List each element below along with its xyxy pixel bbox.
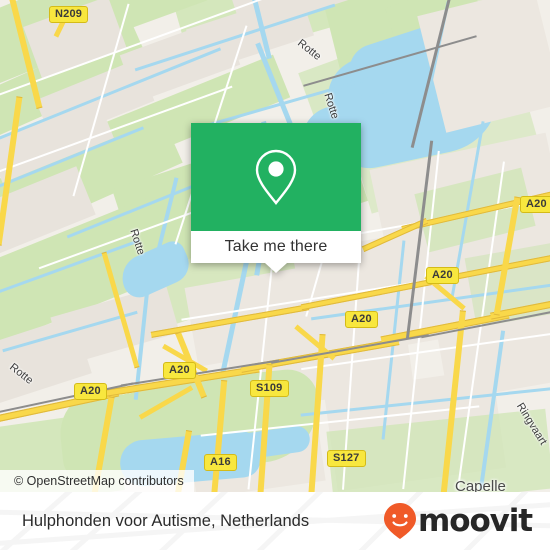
moovit-wordmark: moovit <box>418 502 533 539</box>
footer-content: Hulphonden voor Autisme, Netherlands moo… <box>0 492 550 550</box>
road-shield: A20 <box>345 311 378 328</box>
water-label: Rotte <box>127 227 147 257</box>
moovit-map-page: N209 A20 A20 A20 A20 S109 A20 A16 S127 Rotte Rott… <box>0 0 550 550</box>
road-shield: A20 <box>520 196 550 213</box>
moovit-smiley-pin-icon <box>384 503 417 539</box>
road-shield: A16 <box>204 454 237 471</box>
take-me-there-button[interactable]: Take me there <box>191 231 361 263</box>
road-shield: S127 <box>327 450 366 467</box>
water-label: Rotte <box>7 361 36 387</box>
road-shield: A20 <box>74 383 107 400</box>
road-shield: A20 <box>163 362 196 379</box>
road-shield: N209 <box>49 6 89 23</box>
place-label: Capelle <box>455 478 506 492</box>
location-pin-icon <box>255 149 297 205</box>
water-label: Ringvaart <box>513 400 550 448</box>
road-shield: S109 <box>250 380 289 397</box>
popup-tail-pointer <box>265 263 287 273</box>
moovit-logo[interactable]: moovit <box>383 502 533 540</box>
page-footer: Hulphonden voor Autisme, Netherlands moo… <box>0 492 550 550</box>
location-popup-card[interactable]: Take me there <box>191 123 361 273</box>
location-title: Hulphonden voor Autisme, Netherlands <box>22 511 310 530</box>
popup-icon-panel <box>191 123 361 231</box>
water-label: Rotte <box>295 37 324 63</box>
road-shield: A20 <box>426 267 459 284</box>
osm-attribution[interactable]: © OpenStreetMap contributors <box>0 470 194 492</box>
water-label: Rotte <box>321 91 341 121</box>
